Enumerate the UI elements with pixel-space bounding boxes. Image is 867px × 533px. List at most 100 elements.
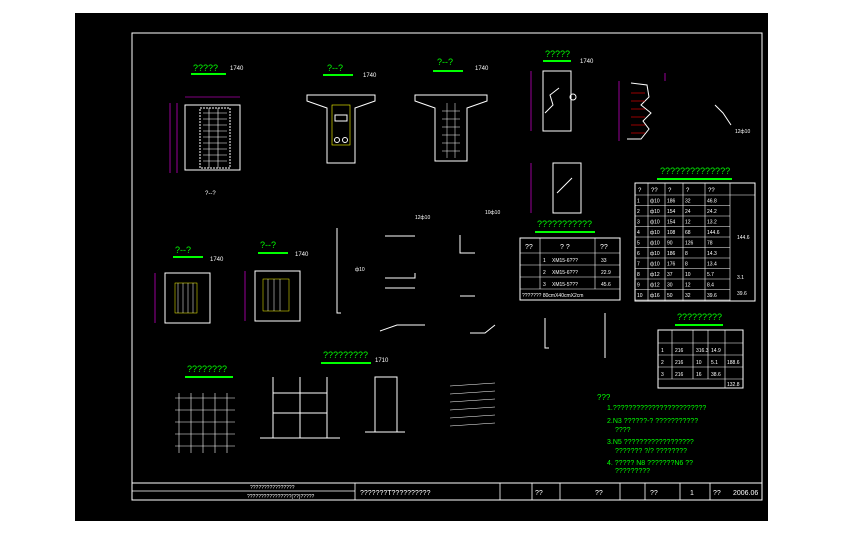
view-2: ?--? 1740 <box>306 63 377 164</box>
table-big-cell: ф10 <box>650 220 660 226</box>
table-big-cell: ф10 <box>650 251 660 257</box>
table-big-cell: 8 <box>637 272 640 278</box>
svg-text:3: 3 <box>543 282 546 288</box>
svg-text:1: 1 <box>543 258 546 264</box>
svg-text:3.N5 ??????????????????: 3.N5 ?????????????????? <box>607 439 694 446</box>
view-9-detail: 12ф10 <box>618 73 750 141</box>
table-bottom-cell: 3 <box>661 372 664 378</box>
view-3-underline <box>433 70 463 72</box>
notes-block: ??? 1.???????????????????????? 2.N3 ????… <box>597 393 706 475</box>
table-bottom: ????????? 1 216 316.3 14.9 2 216 10 5.1 3 216 16 38… <box>657 312 744 389</box>
notes-heading: ??? <box>597 393 611 402</box>
table-big-cell: 13.2 <box>707 220 717 226</box>
table-big-cell: 10 <box>637 293 643 299</box>
table-big-cell: 5.7 <box>707 272 714 278</box>
table-big-cell: 24 <box>685 209 691 215</box>
title-block: ???????????????? ????????????????(??)???… <box>132 483 758 500</box>
table-big-cell: 90 <box>667 241 673 247</box>
table-big-header: ? <box>638 188 642 194</box>
table-big-header: ? <box>686 188 690 194</box>
svg-text:132.8: 132.8 <box>727 382 740 388</box>
table-big-cell: 32 <box>685 293 691 299</box>
svg-text:XM15-5???: XM15-5??? <box>552 282 578 288</box>
date-label: ?? <box>713 490 721 497</box>
table-big-cell: 46.8 <box>707 199 717 205</box>
view-1-underline <box>191 73 226 75</box>
table-big: ?????????????? 1 ф10 186 32 46.8 2 ф10 154 24 24.… <box>634 166 756 302</box>
view-5-underline <box>173 256 203 258</box>
table-big-cell: 14.3 <box>707 251 717 257</box>
view-8-underline <box>185 376 233 378</box>
rebar-label-1: 12ф10 <box>415 215 430 221</box>
table-big-cell: 5 <box>637 241 640 247</box>
view-7-scale: 1710 <box>375 358 389 364</box>
view-1-outline <box>184 104 241 171</box>
table-small: ??????????? ?? ? ? ?? 1 XM15-6??? 33 2 X… <box>519 219 621 301</box>
table-big-cell: 8 <box>685 262 688 268</box>
svg-text:1.????????????????????????: 1.???????????????????????? <box>607 405 706 412</box>
view-1-stirrups <box>199 107 231 169</box>
svg-text:3.1: 3.1 <box>737 275 744 281</box>
table-big-cell: 154 <box>667 209 676 215</box>
svg-text:? ?: ? ? <box>560 244 570 251</box>
svg-text:????: ???? <box>615 427 631 434</box>
view-3: ?--? 1740 <box>414 57 489 162</box>
sheet-label: ?? <box>650 490 658 497</box>
svg-text:33: 33 <box>601 258 607 264</box>
view-1: ????? 1740 ?--? <box>169 63 244 197</box>
review-label: ?? <box>535 490 543 497</box>
rebar-label-3: ф10 <box>355 267 365 273</box>
svg-text:4. ????? N8 ???????N6 ??: 4. ????? N8 ???????N6 ?? <box>607 460 693 467</box>
svg-text:2: 2 <box>543 270 546 276</box>
company-line-2: ????????????????(??)????? <box>247 494 315 500</box>
view-7: ????????? 1710 <box>260 350 405 439</box>
sheet-number: 1 <box>690 490 694 497</box>
svg-text:22.9: 22.9 <box>601 270 611 276</box>
table-big-cell: 8.4 <box>707 283 714 289</box>
table-big-cell: ф10 <box>650 230 660 236</box>
svg-text:??: ?? <box>600 244 608 251</box>
svg-text:??????? ?/? ????????: ??????? ?/? ???????? <box>615 448 687 455</box>
table-small-title: ??????????? <box>537 219 592 229</box>
table-big-cell: 12 <box>685 220 691 226</box>
table-big-cell: 50 <box>667 293 673 299</box>
svg-text:??: ?? <box>525 244 533 251</box>
table-big-cell: 1 <box>637 199 640 205</box>
view-4-scale: 1740 <box>580 59 594 65</box>
table-big-cell: 32 <box>685 199 691 205</box>
table-big-cell: 3 <box>637 220 640 226</box>
table-bottom-cell: 38.6 <box>711 372 721 378</box>
view-6: ?--? 1740 <box>244 240 309 322</box>
view-7-title: ????????? <box>323 350 368 360</box>
section-mark: ?--? <box>205 191 216 197</box>
view-2-title: ?--? <box>327 63 343 73</box>
table-big-cell: 39.6 <box>707 293 717 299</box>
view-2-scale: 1740 <box>363 73 377 79</box>
svg-text:XM15-6???: XM15-6??? <box>552 270 578 276</box>
view-8: ???????? <box>175 364 496 453</box>
rebar-label-2: 10ф10 <box>485 210 500 216</box>
view-2-underline <box>323 74 353 76</box>
view-7-underline <box>321 362 371 364</box>
view-3-title: ?--? <box>437 57 453 67</box>
table-big-cell: ф10 <box>650 199 660 205</box>
view-5-title: ?--? <box>175 245 191 255</box>
table-big-cell: ф12 <box>650 272 660 278</box>
table-big-cell: 9 <box>637 283 640 289</box>
table-bottom-cell: 1 <box>661 348 664 354</box>
table-big-cell: 13.4 <box>707 262 717 268</box>
view-5: ?--? 1740 <box>154 245 224 324</box>
table-big-cell: 126 <box>685 241 694 247</box>
table-big-cell: 2 <box>637 209 640 215</box>
view-3-scale: 1740 <box>475 66 489 72</box>
table-bottom-cell: 216 <box>675 348 684 354</box>
view-8-title: ???????? <box>187 364 227 374</box>
table-big-cell: 176 <box>667 262 676 268</box>
table-big-cell: 37 <box>667 272 673 278</box>
view-6-title: ?--? <box>260 240 276 250</box>
view-6-scale: 1740 <box>295 252 309 258</box>
audit-label: ?? <box>595 490 603 497</box>
cad-viewport[interactable]: ????? 1740 ?--? ?--? 1740 ?--? 1740 ????… <box>75 13 768 521</box>
table-big-cell: 78 <box>707 241 713 247</box>
drawing-canvas: ????? 1740 ?--? ?--? 1740 ?--? 1740 ????… <box>131 32 763 501</box>
